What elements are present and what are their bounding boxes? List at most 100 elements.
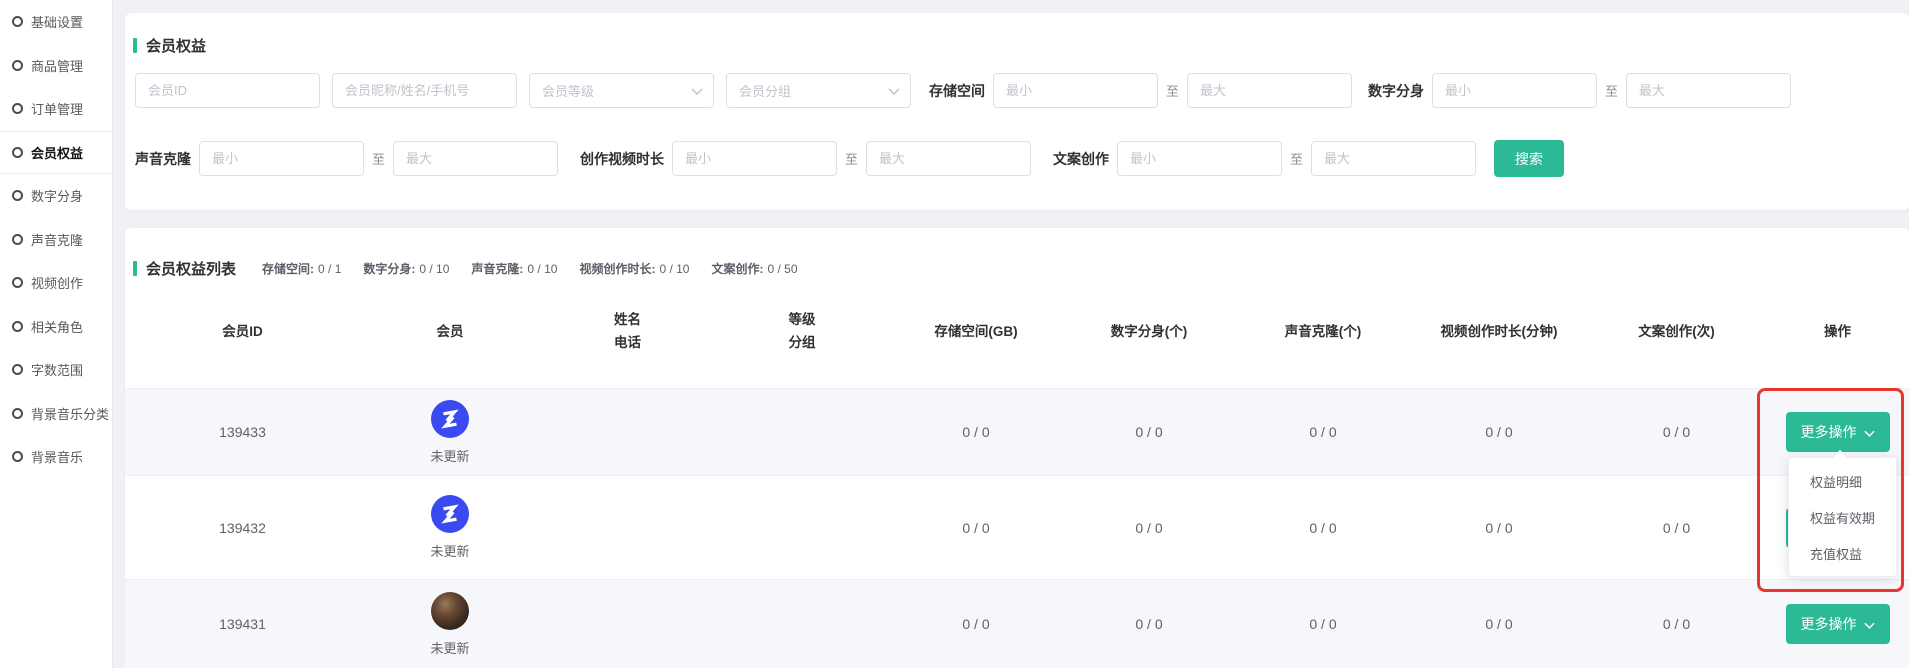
circle-icon [12,408,23,419]
actions-cell: 更多操作 [1766,412,1909,452]
sidebar-item-label: 视频创作 [31,273,83,292]
avatar [431,495,469,533]
table-row: 139433 未更新 0 / 0 0 / 0 0 / 0 0 / 0 0 / 0… [125,388,1909,475]
list-title: 会员权益列表 [146,258,236,279]
circle-icon [12,321,23,332]
sidebar-item-label: 会员权益 [31,143,83,162]
sidebar-item-digital-avatar[interactable]: 数字分身 [0,174,112,218]
col-video-minutes: 视频创作时长(分钟) [1411,321,1587,344]
voice-min-input[interactable] [199,141,364,176]
member-id-input[interactable] [135,73,320,108]
logo-avatar-icon [437,406,463,432]
video-minutes-cell: 0 / 0 [1411,520,1587,536]
table-row: 139431 未更新 0 / 0 0 / 0 0 / 0 0 / 0 0 / 0… [125,579,1909,668]
avatar-range-label: 数字分身 [1368,81,1424,101]
copy-times-cell: 0 / 0 [1587,424,1766,440]
status-label: 未更新 [430,541,469,560]
sidebar-item-label: 声音克隆 [31,230,83,249]
chevron-down-icon [1864,616,1875,632]
sidebar-item-label: 商品管理 [31,56,83,75]
sidebar-item-video-creation[interactable]: 视频创作 [0,261,112,305]
sidebar-item-bgm-category[interactable]: 背景音乐分类 [0,392,112,436]
col-level-group: 等级分组 [715,309,889,355]
sidebar-item-member-benefits[interactable]: 会员权益 [0,131,112,175]
circle-icon [12,451,23,462]
circle-icon [12,16,23,27]
copy-max-input[interactable] [1311,141,1476,176]
circle-icon [12,234,23,245]
chevron-down-icon [691,82,703,100]
status-label: 未更新 [430,638,469,657]
sidebar-item-voice-clone[interactable]: 声音克隆 [0,218,112,262]
col-member: 会员 [360,321,540,344]
member-id-cell: 139433 [125,424,360,440]
sidebar-item-word-count-range[interactable]: 字数范围 [0,348,112,392]
filter-row-2: 声音克隆 至 创作视频时长 至 文案创作 至 搜索 [135,140,1564,177]
dropdown-item-recharge-benefit[interactable]: 充值权益 [1789,535,1896,571]
stat-voice: 声音克隆:0 / 10 [471,260,557,277]
circle-icon [12,147,23,158]
dropdown-item-benefit-validity[interactable]: 权益有效期 [1789,499,1896,535]
search-button[interactable]: 搜索 [1494,140,1564,177]
filter-card-title: 会员权益 [133,35,206,56]
member-cell: 未更新 [360,400,540,465]
avatar-min-input[interactable] [1432,73,1597,108]
video-max-input[interactable] [866,141,1031,176]
video-minutes-cell: 0 / 0 [1411,616,1587,632]
sidebar: 基础设置 商品管理 订单管理 会员权益 数字分身 声音克隆 视频创作 相关角色 [0,0,113,668]
avatar-count-cell: 0 / 0 [1063,520,1235,536]
voice-count-cell: 0 / 0 [1235,520,1411,536]
avatar-max-input[interactable] [1626,73,1791,108]
member-level-select[interactable]: 会员等级 [529,73,714,108]
member-level-placeholder: 会员等级 [542,81,594,100]
copy-min-input[interactable] [1117,141,1282,176]
sidebar-item-bgm[interactable]: 背景音乐 [0,435,112,479]
circle-icon [12,364,23,375]
member-group-select[interactable]: 会员分组 [726,73,911,108]
circle-icon [12,103,23,114]
storage-min-input[interactable] [993,73,1158,108]
stat-video: 视频创作时长:0 / 10 [579,260,689,277]
member-cell: 未更新 [360,592,540,657]
dropdown-item-benefit-detail[interactable]: 权益明细 [1789,463,1896,499]
sidebar-item-related-roles[interactable]: 相关角色 [0,305,112,349]
table-body: 139433 未更新 0 / 0 0 / 0 0 / 0 0 / 0 0 / 0… [125,388,1909,668]
video-min-input[interactable] [672,141,837,176]
nickname-input[interactable] [332,73,517,108]
filter-card: 会员权益 会员等级 会员分组 存储空间 至 数字分身 至 声音克隆 [125,13,1909,210]
col-actions: 操作 [1766,321,1909,344]
col-member-id: 会员ID [125,321,360,344]
col-avatar-count: 数字分身(个) [1063,321,1235,344]
title-accent-bar [133,261,137,276]
range-to-label: 至 [845,149,858,168]
sidebar-item-order-management[interactable]: 订单管理 [0,87,112,131]
more-actions-button[interactable]: 更多操作 [1786,604,1890,644]
sidebar-item-label: 背景音乐分类 [31,404,109,423]
stat-avatar: 数字分身:0 / 10 [363,260,449,277]
actions-cell: 更多操作 [1766,604,1909,644]
voice-max-input[interactable] [393,141,558,176]
col-storage: 存储空间(GB) [889,321,1063,344]
range-to-label: 至 [372,149,385,168]
copy-times-cell: 0 / 0 [1587,616,1766,632]
storage-cell: 0 / 0 [889,616,1063,632]
col-voice-count: 声音克隆(个) [1235,321,1411,344]
circle-icon [12,60,23,71]
chevron-down-icon [888,82,900,100]
voice-count-cell: 0 / 0 [1235,616,1411,632]
range-to-label: 至 [1290,149,1303,168]
storage-max-input[interactable] [1187,73,1352,108]
stat-storage: 存储空间:0 / 1 [262,260,341,277]
sidebar-item-product-management[interactable]: 商品管理 [0,44,112,88]
circle-icon [12,277,23,288]
member-group-placeholder: 会员分组 [739,81,791,100]
more-actions-button[interactable]: 更多操作 [1786,412,1890,452]
screen: 基础设置 商品管理 订单管理 会员权益 数字分身 声音克隆 视频创作 相关角色 [0,0,1909,668]
video-range-label: 创作视频时长 [580,149,664,169]
sidebar-item-basic-settings[interactable]: 基础设置 [0,0,112,44]
quota-stats: 存储空间:0 / 1 数字分身:0 / 10 声音克隆:0 / 10 视频创作时… [262,260,797,277]
member-cell: 未更新 [360,495,540,560]
voice-count-cell: 0 / 0 [1235,424,1411,440]
copy-times-cell: 0 / 0 [1587,520,1766,536]
title-accent-bar [133,38,137,53]
